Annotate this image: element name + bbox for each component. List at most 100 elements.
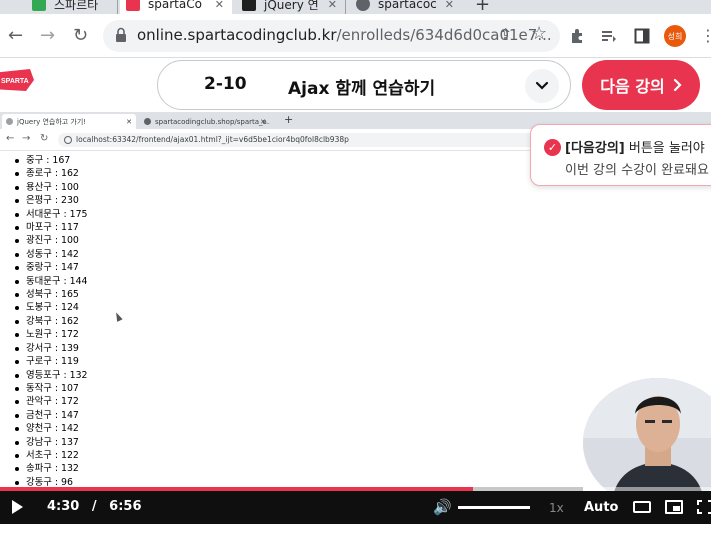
district-item: 영등포구 : 132 bbox=[12, 369, 88, 382]
menu-kebab-icon[interactable]: ⋮ bbox=[700, 24, 711, 48]
address-bar[interactable]: online.spartacodingclub.kr/enrolleds/634… bbox=[103, 20, 560, 52]
district-item: 동작구 : 107 bbox=[12, 382, 88, 395]
toast-line-1-rest: 버튼을 눌러야 bbox=[624, 141, 705, 156]
browser-tab[interactable]: jQuery 연 ✕ bbox=[236, 0, 346, 14]
browser-tab-active[interactable]: spartaCo ✕ bbox=[120, 0, 232, 14]
district-item: 중랑구 : 147 bbox=[12, 261, 88, 274]
video-browser-tab: jQuery 연습하고 가기! ✕ bbox=[2, 114, 136, 129]
district-item: 은평구 : 230 bbox=[12, 194, 88, 207]
district-item: 성북구 : 165 bbox=[12, 288, 88, 301]
new-tab-icon: + bbox=[284, 113, 294, 126]
check-circle-icon: ✓ bbox=[544, 139, 561, 156]
fullscreen-icon[interactable] bbox=[697, 500, 711, 514]
side-panel-icon[interactable] bbox=[634, 28, 650, 44]
share-icon[interactable]: ⇪ bbox=[499, 25, 512, 44]
profile-avatar[interactable]: 성희 bbox=[664, 25, 686, 47]
logo-text: SPARTA bbox=[1, 78, 29, 85]
url-path: /enrolleds/634d6d0ca01e7... bbox=[336, 26, 552, 44]
toast-line-2: 이번 강의 수강이 완료돼요 bbox=[565, 163, 709, 178]
forward-arrow-icon: → bbox=[22, 133, 31, 144]
back-arrow-icon: ← bbox=[6, 133, 15, 144]
captions-icon[interactable] bbox=[633, 501, 651, 513]
toast-label: [다음강의] bbox=[565, 141, 625, 156]
video-tab-title: jQuery 연습하고 가기! bbox=[17, 117, 87, 126]
lesson-selector[interactable]: 2-10 Ajax 함께 연습하기 bbox=[157, 60, 571, 110]
lock-icon bbox=[116, 27, 126, 42]
district-list: 중구 : 167 종로구 : 162 용산구 : 100 은평구 : 230 서대문구 … bbox=[12, 154, 88, 489]
lesson-title: Ajax 함께 연습하기 bbox=[288, 79, 436, 99]
district-item: 양천구 : 142 bbox=[12, 422, 88, 435]
video-tab-title: spartacodingclub.shop/sparta_a... bbox=[155, 117, 270, 126]
play-icon[interactable] bbox=[12, 500, 23, 514]
volume-icon[interactable]: 🔊 bbox=[433, 498, 452, 516]
quality-button[interactable]: Auto bbox=[584, 500, 618, 515]
next-lesson-label: 다음 강의 bbox=[600, 77, 665, 96]
district-item: 노원구 : 172 bbox=[12, 328, 88, 341]
lesson-header: SPARTA 2-10 Ajax 함께 연습하기 다음 강의 bbox=[0, 58, 711, 112]
district-item: 종로구 : 162 bbox=[12, 167, 88, 180]
close-tab-icon[interactable]: ✕ bbox=[445, 0, 454, 11]
close-tab-icon[interactable]: ✕ bbox=[215, 0, 224, 11]
new-tab-button[interactable]: + bbox=[475, 0, 490, 14]
tab-favicon-icon bbox=[32, 0, 46, 11]
duration: 6:56 bbox=[109, 499, 142, 514]
district-item: 용산구 : 100 bbox=[12, 181, 88, 194]
bookmark-star-icon[interactable]: ☆ bbox=[531, 23, 547, 44]
address-url: online.spartacodingclub.kr/enrolleds/634… bbox=[137, 26, 552, 44]
district-item: 송파구 : 132 bbox=[12, 462, 88, 475]
next-lesson-toast: ✓ [다음강의] 버튼을 눌러야 이번 강의 수강이 완료돼요 bbox=[530, 124, 711, 186]
url-host: online.spartacodingclub.kr bbox=[137, 26, 337, 44]
video-browser-tab: spartacodingclub.shop/sparta_a... ✕ bbox=[140, 114, 270, 129]
district-item: 서초구 : 122 bbox=[12, 449, 88, 462]
tab-favicon-icon bbox=[144, 118, 151, 125]
back-arrow-icon[interactable]: ← bbox=[8, 24, 23, 48]
reload-icon: ↻ bbox=[40, 133, 49, 144]
chevron-down-icon bbox=[535, 81, 549, 90]
district-item: 서대문구 : 175 bbox=[12, 208, 88, 221]
time-display: 4:30 / 6:56 bbox=[47, 499, 142, 514]
district-item: 강북구 : 162 bbox=[12, 315, 88, 328]
district-item: 중구 : 167 bbox=[12, 154, 88, 167]
video-url: localhost:63342/frontend/ajax01.html?_ij… bbox=[76, 135, 349, 144]
video-player[interactable]: jQuery 연습하고 가기! ✕ spartacodingclub.shop/… bbox=[0, 112, 711, 524]
tab-title: spartacoc bbox=[378, 0, 437, 11]
video-address-bar: localhost:63342/frontend/ajax01.html?_ij… bbox=[58, 133, 558, 147]
tab-favicon-icon bbox=[126, 0, 140, 11]
tab-favicon-icon bbox=[356, 0, 370, 11]
close-tab-icon: ✕ bbox=[260, 117, 266, 126]
browser-toolbar: ← → ↻ online.spartacodingclub.kr/enrolle… bbox=[0, 14, 711, 58]
district-item: 성동구 : 142 bbox=[12, 248, 88, 261]
lesson-number: 2-10 bbox=[204, 74, 247, 94]
tab-title: spartaCo bbox=[148, 0, 202, 11]
screen: 스파르타 spartaCo ✕ jQuery 연 ✕ spartacoc ✕ +… bbox=[0, 0, 711, 534]
browser-tab[interactable]: spartacoc ✕ bbox=[350, 0, 462, 14]
tab-title: jQuery 연 bbox=[264, 0, 319, 12]
picture-in-picture-icon[interactable] bbox=[665, 500, 683, 514]
district-item: 도봉구 : 124 bbox=[12, 301, 88, 314]
avatar-label: 성희 bbox=[667, 31, 683, 41]
forward-arrow-icon[interactable]: → bbox=[40, 24, 55, 48]
volume-slider[interactable] bbox=[458, 506, 530, 509]
close-tab-icon[interactable]: ✕ bbox=[328, 0, 337, 11]
extensions-puzzle-icon[interactable] bbox=[569, 27, 587, 45]
chevron-right-icon bbox=[673, 78, 682, 92]
sparta-logo-icon: SPARTA bbox=[0, 69, 34, 91]
current-time: 4:30 bbox=[47, 499, 80, 514]
next-lesson-button[interactable]: 다음 강의 bbox=[582, 60, 700, 110]
playback-speed-button[interactable]: 1x bbox=[549, 501, 564, 515]
district-item: 관악구 : 172 bbox=[12, 395, 88, 408]
page-bottom bbox=[0, 524, 711, 534]
browser-tab[interactable]: 스파르타 bbox=[26, 0, 118, 14]
toast-line-1: [다음강의] 버튼을 눌러야 bbox=[565, 137, 705, 156]
district-item: 광진구 : 100 bbox=[12, 234, 88, 247]
district-item: 마포구 : 117 bbox=[12, 221, 88, 234]
district-item: 강남구 : 137 bbox=[12, 436, 88, 449]
tab-title: 스파르타 bbox=[54, 0, 99, 12]
player-controls: 4:30 / 6:56 🔊 1x Auto bbox=[0, 491, 711, 524]
reload-icon[interactable]: ↻ bbox=[73, 24, 88, 48]
district-item: 동대문구 : 144 bbox=[12, 275, 88, 288]
lesson-dropdown-button[interactable] bbox=[525, 69, 559, 103]
info-icon bbox=[64, 136, 72, 144]
district-item: 구로구 : 119 bbox=[12, 355, 88, 368]
reading-list-icon[interactable] bbox=[600, 27, 618, 45]
